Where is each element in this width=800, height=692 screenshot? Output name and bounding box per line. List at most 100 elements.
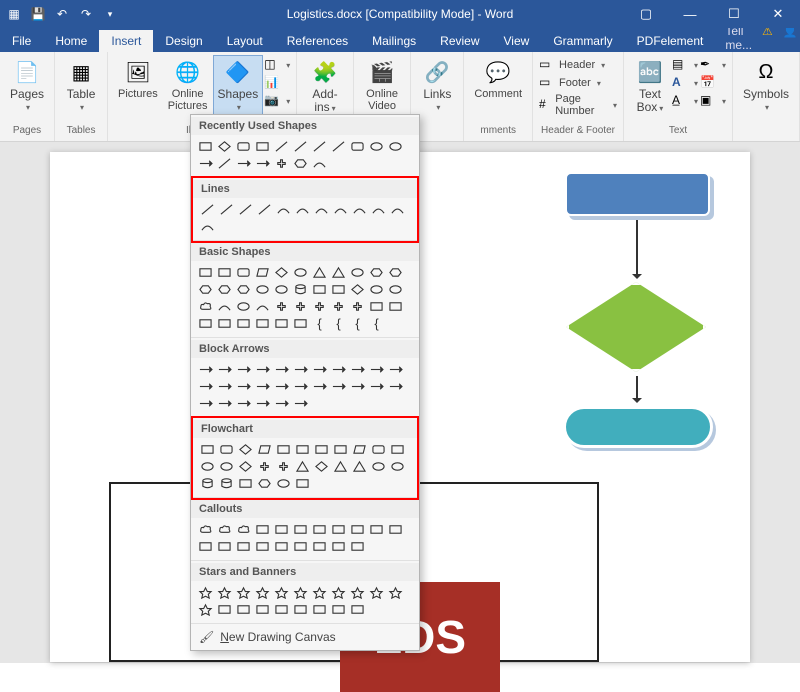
shape-option[interactable] [254,156,271,171]
shape-option[interactable] [275,459,292,474]
shape-option[interactable] [330,379,347,394]
smartart-button[interactable]: ◫▾ [264,56,290,74]
shape-option[interactable] [292,139,309,154]
shape-option[interactable] [368,299,385,314]
shape-option[interactable] [292,299,309,314]
shape-option[interactable] [311,539,328,554]
shape-option[interactable] [216,602,233,617]
shape-option[interactable] [235,316,252,331]
maximize-button[interactable]: ☐ [712,0,756,28]
shape-option[interactable] [311,156,328,171]
tab-review[interactable]: Review [428,30,491,52]
shape-option[interactable] [254,585,271,600]
shape-option[interactable] [273,156,290,171]
minimize-button[interactable]: — [668,0,712,28]
shape-option[interactable]: { [349,316,366,331]
shape-option[interactable] [292,282,309,297]
shape-option[interactable] [368,379,385,394]
shape-option[interactable] [330,299,347,314]
shape-option[interactable] [313,442,330,457]
shape-option[interactable] [292,316,309,331]
shape-option[interactable] [311,362,328,377]
chart-button[interactable]: 📊 [264,74,290,92]
shape-option[interactable] [313,459,330,474]
shape-option[interactable] [292,396,309,411]
tab-view[interactable]: View [492,30,542,52]
quickparts-button[interactable]: ▤▾ [672,56,698,74]
wordart-button[interactable]: A▾ [672,74,698,92]
redo-icon[interactable]: ↷ [78,6,94,22]
shape-option[interactable] [216,585,233,600]
shape-option[interactable] [197,602,214,617]
shape-option[interactable] [368,139,385,154]
shape-option[interactable] [197,316,214,331]
shape-option[interactable] [330,539,347,554]
shape-option[interactable]: { [330,316,347,331]
tab-pdfelement[interactable]: PDFelement [625,30,716,52]
shape-option[interactable] [216,522,233,537]
shape-option[interactable] [330,362,347,377]
shape-option[interactable] [254,316,271,331]
shape-option[interactable] [216,379,233,394]
shape-option[interactable] [292,379,309,394]
new-drawing-canvas[interactable]: 🖌 New Drawing Canvas [191,624,419,650]
shape-option[interactable] [273,522,290,537]
shape-option[interactable] [218,476,235,491]
shape-option[interactable] [256,442,273,457]
shape-option[interactable] [294,442,311,457]
shape-option[interactable] [349,265,366,280]
shape-option[interactable] [349,379,366,394]
shape-option[interactable] [330,265,347,280]
shape-option[interactable] [237,442,254,457]
tab-grammarly[interactable]: Grammarly [541,30,624,52]
shape-option[interactable] [349,522,366,537]
shape-option[interactable] [197,362,214,377]
shape-option[interactable] [349,299,366,314]
shape-option[interactable] [332,459,349,474]
online-pictures-button[interactable]: 🌐Online Pictures [164,56,212,114]
shape-option[interactable] [330,602,347,617]
shape-option[interactable] [311,522,328,537]
shape-option[interactable] [216,539,233,554]
undo-icon[interactable]: ↶ [54,6,70,22]
tab-layout[interactable]: Layout [215,30,275,52]
shape-option[interactable] [216,396,233,411]
tab-references[interactable]: References [275,30,360,52]
shape-option[interactable] [235,539,252,554]
shape-option[interactable] [330,282,347,297]
shape-option[interactable] [216,139,233,154]
shape-option[interactable] [273,539,290,554]
datetime-button[interactable]: 📅 [700,74,726,92]
shape-option[interactable] [273,585,290,600]
close-button[interactable]: ✕ [756,0,800,28]
shape-option[interactable] [199,459,216,474]
shape-option[interactable] [330,139,347,154]
shape-option[interactable] [216,362,233,377]
shape-option[interactable] [235,156,252,171]
shape-option[interactable] [197,139,214,154]
header-button[interactable]: ▭Header▾ [539,56,617,74]
shape-option[interactable] [199,219,216,234]
shape-option[interactable] [387,139,404,154]
online-video-button[interactable]: 🎬Online Video [360,56,405,114]
shape-option[interactable] [368,362,385,377]
shape-option[interactable] [368,282,385,297]
shape-option[interactable] [387,282,404,297]
shape-option[interactable] [370,202,387,217]
shape-option[interactable] [311,602,328,617]
shape-option[interactable] [254,522,271,537]
qat-customize-icon[interactable]: ▾ [102,6,118,22]
shape-option[interactable] [387,299,404,314]
shape-option[interactable] [311,139,328,154]
shape-option[interactable] [235,396,252,411]
comment-button[interactable]: 💬Comment [470,56,526,102]
shape-option[interactable] [237,476,254,491]
shape-option[interactable] [254,139,271,154]
shape-option[interactable] [387,379,404,394]
shape-option[interactable] [349,539,366,554]
shape-option[interactable] [197,396,214,411]
shape-option[interactable] [311,585,328,600]
shape-option[interactable] [218,459,235,474]
shape-option[interactable] [197,265,214,280]
addins-button[interactable]: 🧩Add-ins▾ [303,56,347,116]
